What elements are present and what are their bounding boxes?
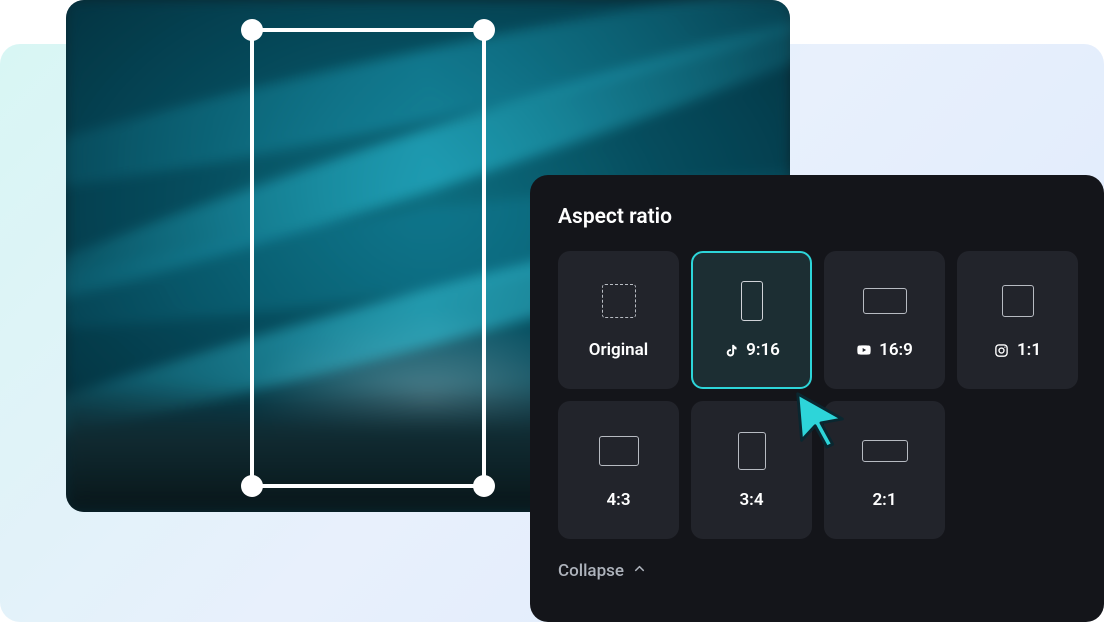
ratio-tile-1-1[interactable]: 1:1 <box>957 251 1078 389</box>
aspect-ratio-grid: Original 9:16 16:9 <box>558 251 1076 539</box>
ratio-label: 1:1 <box>1017 340 1041 360</box>
ratio-tile-16-9[interactable]: 16:9 <box>824 251 945 389</box>
ratio-label: 9:16 <box>746 340 780 360</box>
ratio-shape-3-4 <box>738 430 766 472</box>
ratio-label: 3:4 <box>739 490 763 510</box>
ratio-tile-3-4[interactable]: 3:4 <box>691 401 812 539</box>
panel-title: Aspect ratio <box>558 205 1076 229</box>
ratio-shape-original <box>602 280 636 322</box>
ratio-tile-original[interactable]: Original <box>558 251 679 389</box>
ratio-label: Original <box>589 340 648 360</box>
ratio-label: 4:3 <box>606 490 630 510</box>
youtube-icon <box>856 342 872 358</box>
ratio-shape-1-1 <box>1002 280 1034 322</box>
ratio-shape-4-3 <box>599 430 639 472</box>
collapse-label: Collapse <box>558 561 624 581</box>
ratio-label: 16:9 <box>879 340 913 360</box>
chevron-up-icon <box>632 561 647 581</box>
collapse-button[interactable]: Collapse <box>558 561 1076 581</box>
ratio-tile-9-16[interactable]: 9:16 <box>691 251 812 389</box>
ratio-shape-9-16 <box>741 280 763 322</box>
ratio-label: 2:1 <box>872 490 896 510</box>
ratio-tile-2-1[interactable]: 2:1 <box>824 401 945 539</box>
tiktok-icon <box>723 342 739 358</box>
aspect-ratio-panel: Aspect ratio Original 9:16 <box>530 175 1104 622</box>
instagram-icon <box>994 342 1010 358</box>
ratio-shape-2-1 <box>862 430 908 472</box>
ratio-shape-16-9 <box>863 280 907 322</box>
ratio-tile-4-3[interactable]: 4:3 <box>558 401 679 539</box>
